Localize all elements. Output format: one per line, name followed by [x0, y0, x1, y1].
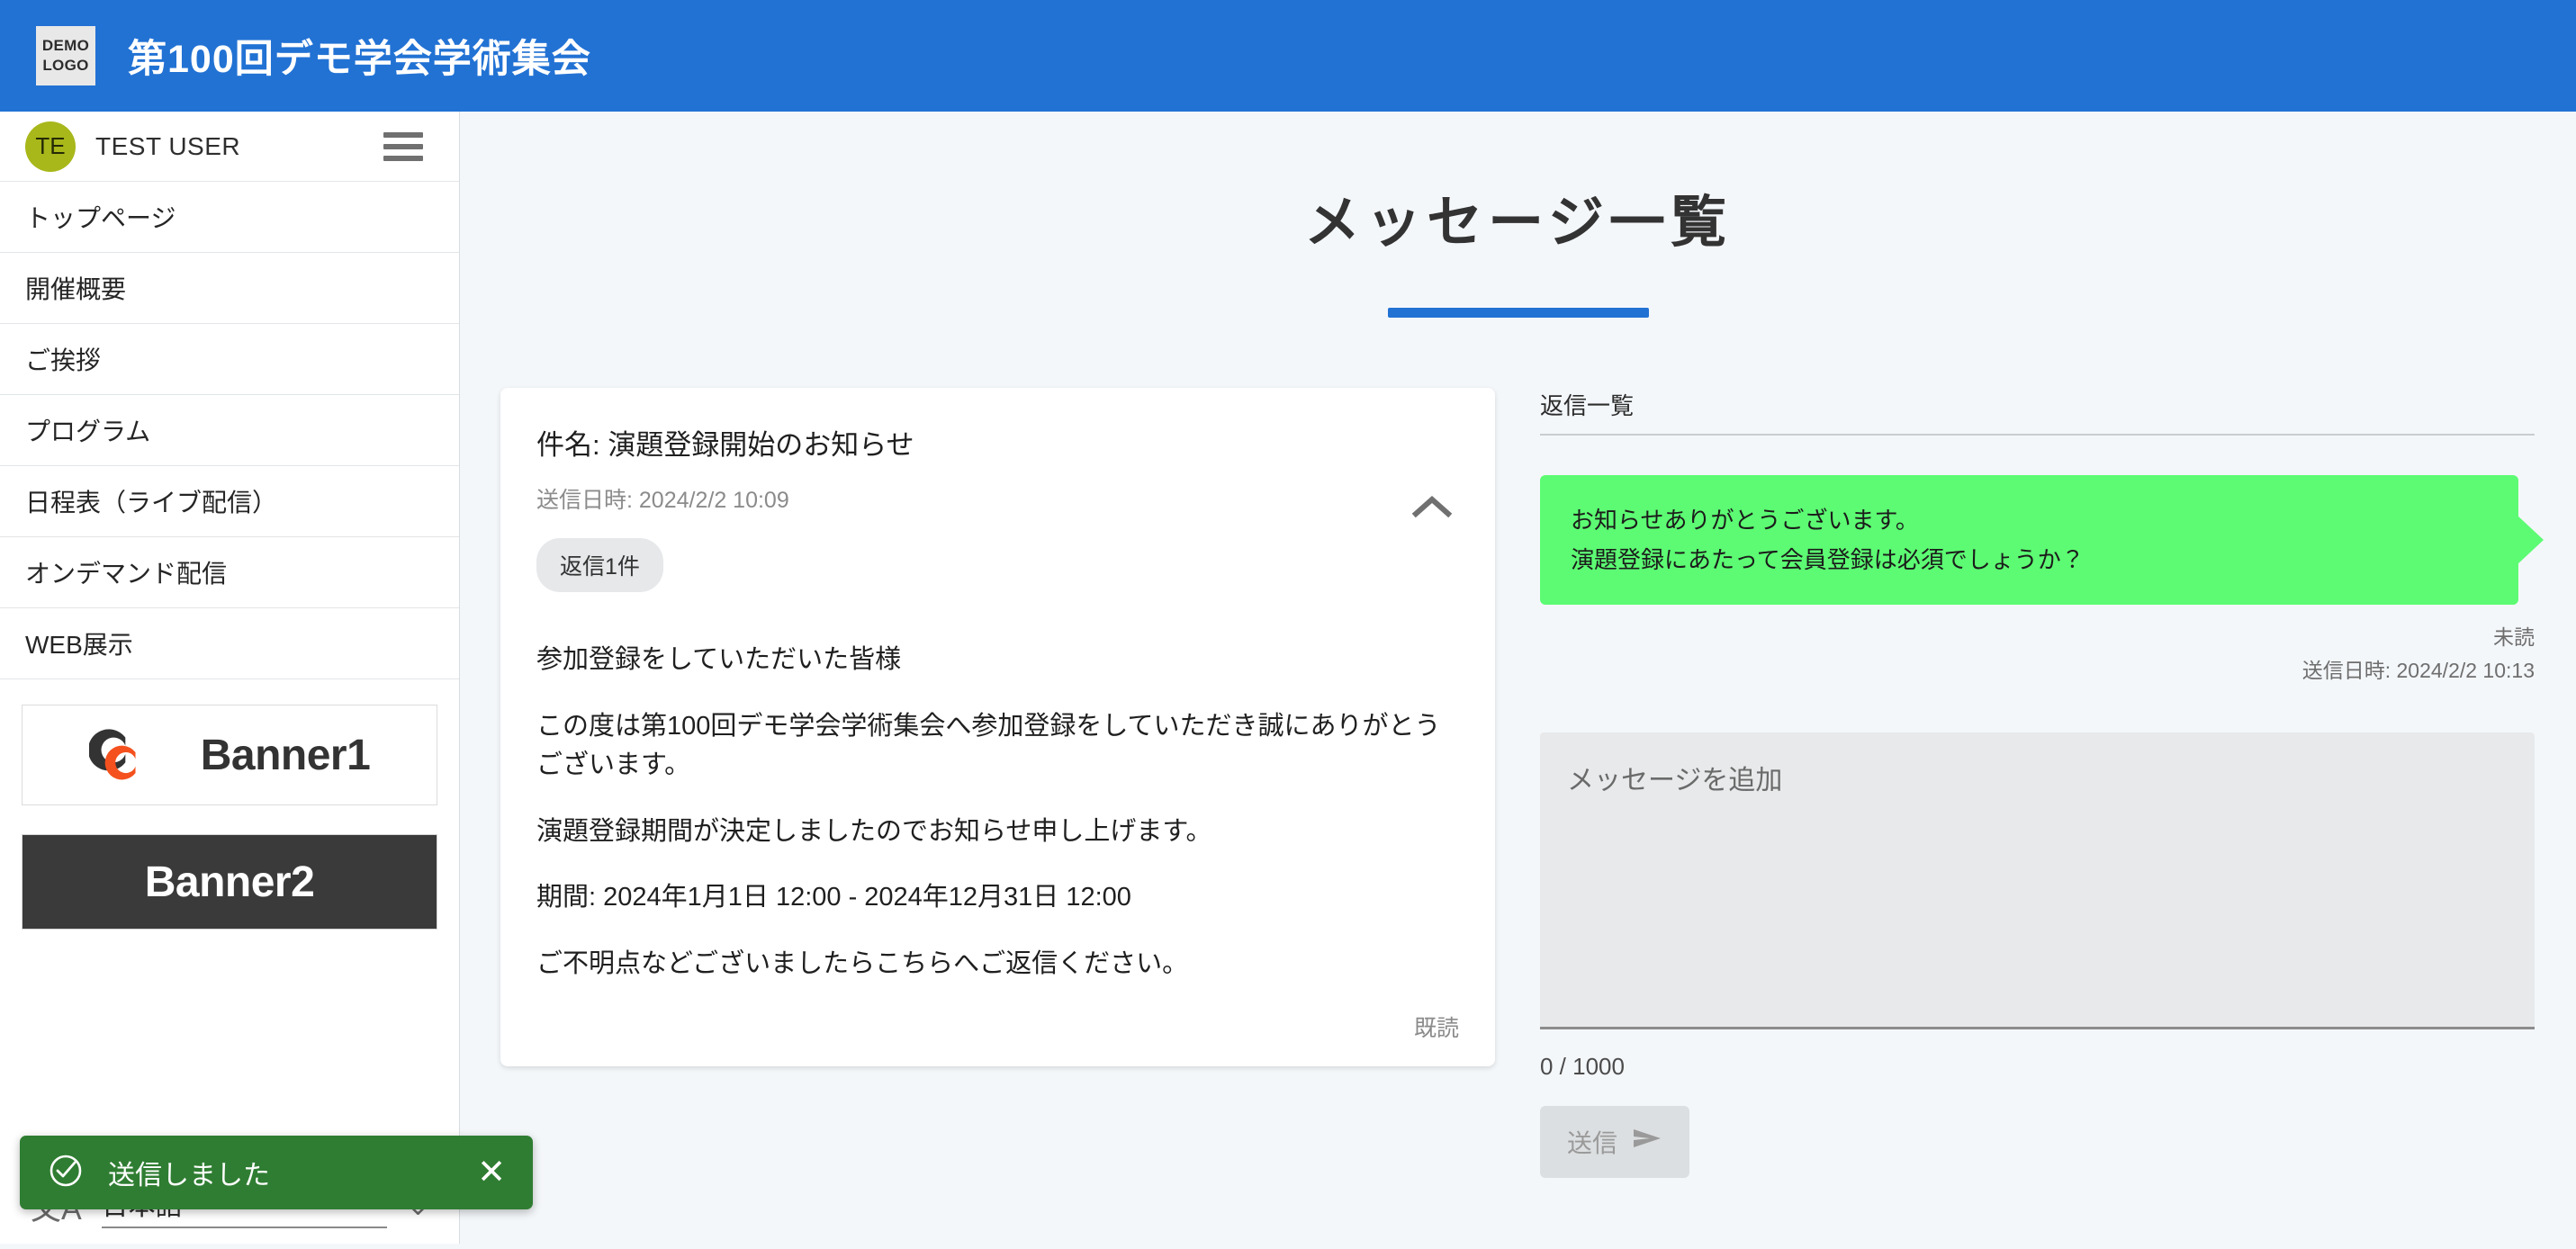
sidebar-item-web-exhibition[interactable]: WEB展示 [0, 608, 459, 679]
page-title: メッセージ一覧 [460, 176, 2576, 257]
sidebar-item-program[interactable]: プログラム [0, 395, 459, 466]
user-name: TEST USER [95, 132, 240, 161]
app-header: DEMO LOGO 第100回デモ学会学術集会 [0, 0, 2576, 112]
banner-1-label: Banner1 [201, 731, 371, 780]
content-columns: 件名: 演題登録開始のお知らせ 送信日時: 2024/2/2 10:09 返信1… [460, 388, 2576, 1178]
message-body: 参加登録をしていただいた皆様 この度は第100回デモ学会学術集会へ参加登録をして… [536, 641, 1459, 984]
subject-text: 演題登録開始のお知らせ [608, 429, 914, 461]
subject-label: 件名: [536, 429, 600, 461]
hamburger-bar-1 [383, 132, 423, 138]
message-card: 件名: 演題登録開始のお知らせ 送信日時: 2024/2/2 10:09 返信1… [500, 388, 1495, 1066]
message-body-line-3: 演題登録期間が決定しましたのでお知らせ申し上げます。 [536, 813, 1459, 852]
message-body-line-5: ご不明点などございましたらこちらへご返信ください。 [536, 945, 1459, 984]
reply-sent-at: 送信日時: 2024/2/2 10:13 [1540, 654, 2535, 687]
reply-count-badge[interactable]: 返信1件 [536, 538, 663, 592]
message-subject-line: 件名: 演題登録開始のお知らせ [536, 422, 1459, 463]
logo-line-1: DEMO [42, 36, 89, 56]
message-input[interactable]: メッセージを追加 [1540, 732, 2535, 1029]
read-status: 既読 [536, 1011, 1459, 1043]
sidebar-item-greeting[interactable]: ご挨拶 [0, 324, 459, 395]
banner-2[interactable]: Banner2 [22, 834, 437, 930]
reply-list-heading: 返信一覧 [1540, 388, 2535, 436]
banner-2-label: Banner2 [145, 858, 315, 907]
cc-logo-icon [89, 720, 186, 790]
message-body-line-4: 期間: 2024年1月1日 12:00 - 2024年12月31日 12:00 [536, 878, 1459, 918]
close-icon[interactable]: ✕ [477, 1155, 506, 1190]
reply-line-2: 演題登録にあたって会員登録は必須でしょうか？ [1571, 540, 2488, 580]
avatar-initials: TE [35, 132, 65, 160]
reply-line-1: お知らせありがとうございます。 [1571, 500, 2488, 540]
sidebar-item-on-demand[interactable]: オンデマンド配信 [0, 537, 459, 608]
toast-notification: 送信しました ✕ [20, 1136, 533, 1209]
avatar: TE [25, 121, 76, 172]
message-body-line-2: この度は第100回デモ学会学術集会へ参加登録をしていただき誠にありがとうございま… [536, 707, 1459, 786]
reply-meta: 未読 送信日時: 2024/2/2 10:13 [1540, 621, 2535, 687]
send-button-label: 送信 [1567, 1124, 1617, 1160]
hamburger-bar-3 [383, 156, 423, 161]
user-row[interactable]: TE TEST USER [0, 112, 459, 182]
message-input-placeholder: メッセージを追加 [1567, 758, 2508, 797]
logo-line-2: LOGO [42, 56, 88, 76]
send-button[interactable]: 送信 [1540, 1106, 1689, 1178]
reply-read-status: 未読 [1540, 621, 2535, 654]
send-icon [1632, 1126, 1662, 1157]
reply-panel: 返信一覧 お知らせありがとうございます。 演題登録にあたって会員登録は必須でしょ… [1540, 388, 2535, 1178]
hamburger-bar-2 [383, 144, 423, 149]
sidebar-item-schedule-live[interactable]: 日程表（ライブ配信） [0, 466, 459, 537]
sent-label: 送信日時: [536, 488, 633, 513]
banner-1[interactable]: Banner1 [22, 705, 437, 805]
hamburger-icon[interactable] [383, 132, 423, 161]
demo-logo: DEMO LOGO [36, 26, 95, 85]
sidebar-item-top[interactable]: トップページ [0, 182, 459, 253]
chevron-up-icon[interactable] [1409, 483, 1455, 530]
banner-area: Banner1 Banner2 [0, 679, 459, 930]
check-circle-icon [47, 1152, 85, 1194]
main-content: メッセージ一覧 件名: 演題登録開始のお知らせ 送信日時: 2024/2/2 1… [460, 112, 2576, 1244]
toast-message: 送信しました [108, 1153, 477, 1192]
message-body-line-1: 参加登録をしていただいた皆様 [536, 641, 1459, 680]
reply-bubble: お知らせありがとうございます。 演題登録にあたって会員登録は必須でしょうか？ [1540, 475, 2518, 605]
character-counter: 0 / 1000 [1540, 1053, 2535, 1081]
conference-title: 第100回デモ学会学術集会 [128, 28, 591, 84]
reply-item: お知らせありがとうございます。 演題登録にあたって会員登録は必須でしょうか？ 未… [1540, 475, 2535, 687]
sent-value: 2024/2/2 10:09 [639, 488, 789, 513]
sidebar: TE TEST USER トップページ 開催概要 ご挨拶 プログラム 日程表（ラ… [0, 112, 460, 1244]
title-underline [1388, 308, 1649, 318]
sidebar-item-overview[interactable]: 開催概要 [0, 253, 459, 324]
message-sent-line: 送信日時: 2024/2/2 10:09 [536, 482, 1459, 515]
